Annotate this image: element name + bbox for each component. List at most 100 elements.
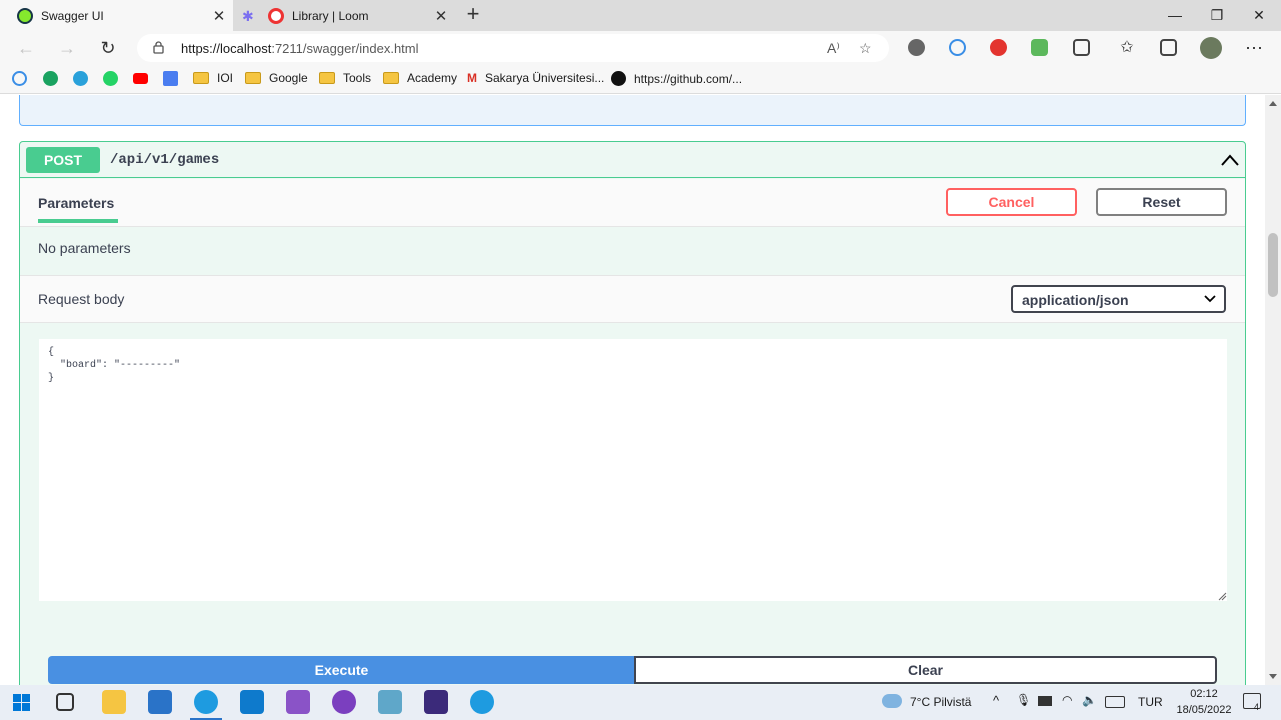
tab-parameters[interactable]: Parameters [38,195,114,211]
close-tab-icon[interactable]: ✕ [427,7,455,25]
mail-icon[interactable] [148,690,172,714]
task-view-icon[interactable] [56,693,74,711]
volume-icon[interactable]: 🔈 [1082,693,1097,707]
bookmark-folder-academy[interactable]: Academy [383,71,457,85]
clock-time: 02:12 [1190,688,1218,700]
reset-button[interactable]: Reset [1096,188,1227,216]
clock-date: 18/05/2022 [1176,704,1232,716]
notification-count: 4 [1254,702,1260,712]
adblock-icon[interactable] [990,39,1007,56]
url-path: :7211/swagger/index.html [271,41,419,56]
extensions-puzzle-icon[interactable] [1073,39,1090,56]
refresh-button[interactable]: ↻ [97,37,119,59]
tab-active-indicator [38,219,118,223]
swagger-page: POST /api/v1/games Parameters Cancel Res… [0,95,1265,685]
weather-text[interactable]: 7°C Pilvistä [910,695,971,709]
input-language[interactable]: TUR [1138,695,1163,709]
bookmark-label: IOI [217,71,234,85]
bookmark-github[interactable]: https://github.com/... [611,71,742,86]
new-tab-button[interactable]: + [461,3,485,26]
back-button[interactable]: ← [15,37,37,59]
profile-avatar[interactable] [1200,37,1222,59]
method-badge: POST [26,147,100,173]
tab-loom-library[interactable]: ✱ Library | Loom ✕ [237,0,455,31]
bookmark-label: Google [269,71,308,85]
parameters-header: Parameters Cancel Reset [20,179,1245,227]
settings-menu-icon[interactable]: ⋯ [1243,37,1265,59]
youtube-icon[interactable] [133,73,148,84]
address-bar[interactable]: https://localhost:7211/swagger/index.htm… [137,34,889,62]
bookmark-label: Academy [407,71,458,85]
visual-studio-icon[interactable] [286,690,310,714]
tab-swagger-ui[interactable]: Swagger UI ✕ [0,0,233,31]
page-scrollbar[interactable] [1265,95,1281,685]
weather-icon[interactable] [882,694,902,708]
telegram-icon[interactable] [73,71,88,86]
cancel-button[interactable]: Cancel [946,188,1077,216]
chevron-up-icon[interactable]: ^ [993,693,999,708]
bookmark-label: Sakarya Üniversitesi... [485,71,605,85]
file-explorer-icon[interactable] [102,690,126,714]
edge-dev-icon[interactable] [470,690,494,714]
scroll-up-arrow[interactable] [1269,101,1277,106]
bookmark-folder-google[interactable]: Google [245,71,308,85]
github-desktop-icon[interactable] [332,690,356,714]
clock[interactable]: 02:12 18/05/2022 [1172,686,1236,718]
bookmark-folder-tools[interactable]: Tools [319,71,371,85]
content-type-select[interactable]: application/json [1011,285,1226,313]
bookmark-label: Tools [343,71,372,85]
gmail-icon: M [467,71,477,85]
forward-button[interactable]: → [56,37,78,59]
minimize-button[interactable]: — [1154,0,1196,31]
collections-icon[interactable] [1160,39,1177,56]
bookmark-sakarya[interactable]: M Sakarya Üniversitesi... [467,71,604,85]
request-body-header: Request body application/json [20,275,1245,323]
folder-icon [383,72,399,84]
read-aloud-icon[interactable]: A⁾ [827,40,840,57]
chevron-up-icon[interactable] [1220,152,1240,168]
vscode-icon[interactable] [240,690,264,714]
browser-tab-strip: Swagger UI ✕ ✱ Library | Loom ✕ + — ❐ ✕ [0,0,1281,31]
execute-button[interactable]: Execute [48,656,635,684]
add-favorite-icon[interactable]: ☆ [859,40,872,57]
operation-path: /api/v1/games [110,152,220,168]
scroll-down-arrow[interactable] [1269,674,1277,679]
bookmarks-bar: IOI Google Tools Academy M Sakarya Üniver… [0,64,1281,94]
previous-operation-block [19,95,1246,126]
url-text[interactable]: https://localhost:7211/swagger/index.htm… [181,41,419,56]
keyboard-icon[interactable] [1105,696,1125,708]
translate-icon[interactable] [163,71,178,86]
browser-toolbar: ← → ↻ https://localhost:7211/swagger/ind… [0,31,1281,64]
edge-icon[interactable] [194,690,218,714]
chevron-down-icon [1204,295,1216,303]
folder-icon [245,72,261,84]
wifi-icon[interactable]: ◠ [1062,693,1072,707]
operation-post-games: POST /api/v1/games Parameters Cancel Res… [19,141,1246,685]
maximize-button[interactable]: ❐ [1196,0,1238,31]
microphone-icon[interactable]: 🎙 [1016,693,1031,707]
close-window-button[interactable]: ✕ [1238,0,1280,31]
bookmark-icon[interactable] [43,71,58,86]
operation-summary[interactable]: POST /api/v1/games [20,142,1245,178]
battery-icon[interactable] [1038,696,1052,706]
url-host: https://localhost [181,41,272,56]
close-tab-icon[interactable]: ✕ [205,7,233,25]
request-body-label: Request body [38,291,125,307]
windows-start-icon[interactable] [13,694,30,711]
swagger-icon [17,7,33,24]
bookmark-icon[interactable] [12,71,27,86]
app-icon[interactable] [378,690,402,714]
bookmark-folder-ioi[interactable]: IOI [193,71,233,85]
no-parameters-text: No parameters [38,240,131,256]
scroll-thumb[interactable] [1268,233,1278,297]
request-body-editor[interactable]: { "board": "---------" } [39,339,1227,601]
resize-handle-icon[interactable] [1218,592,1227,601]
clear-button[interactable]: Clear [634,656,1217,684]
terminal-icon[interactable] [424,690,448,714]
whatsapp-icon[interactable] [103,71,118,86]
loom-icon [268,7,284,24]
extension-green-icon[interactable] [1031,39,1048,56]
favorites-icon[interactable]: ✩ [1116,37,1138,59]
extension-circle-icon[interactable] [949,39,966,56]
extension-drop-icon[interactable] [908,39,925,56]
